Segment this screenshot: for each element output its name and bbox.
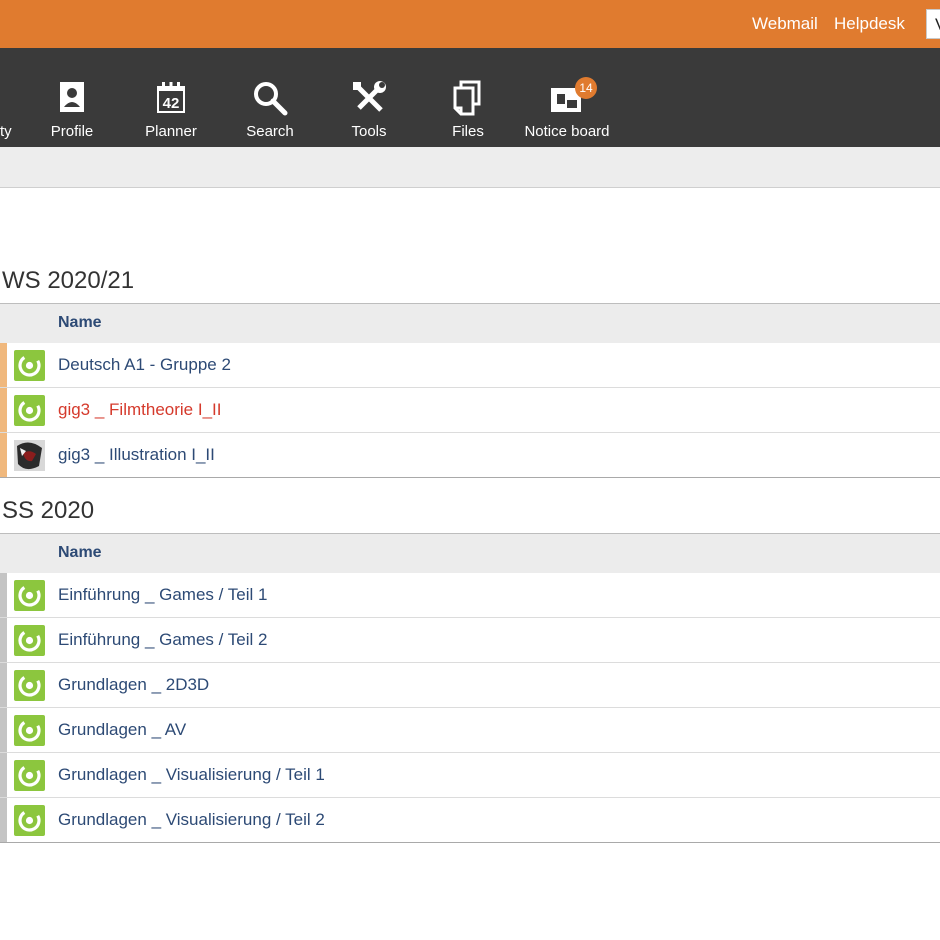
column-header-name[interactable]: Name <box>58 314 102 332</box>
nav-label-profile: Profile <box>50 123 94 140</box>
webmail-link[interactable]: Webmail <box>752 14 818 34</box>
nav-item-profile[interactable]: Profile <box>22 48 122 147</box>
course-name[interactable]: Grundlagen _ Visualisierung / Teil 2 <box>58 810 325 830</box>
table-row[interactable]: gig3 _ Illustration I_II <box>0 433 940 478</box>
course-icon <box>14 760 45 791</box>
row-status-bar <box>0 388 7 432</box>
course-name[interactable]: Grundlagen _ 2D3D <box>58 675 209 695</box>
course-name[interactable]: Grundlagen _ AV <box>58 720 186 740</box>
table-row[interactable]: Einführung _ Games / Teil 1 <box>0 573 940 618</box>
course-icon <box>14 395 45 426</box>
row-status-bar <box>0 433 7 477</box>
table-row[interactable]: Grundlagen _ AV <box>0 708 940 753</box>
planner-day: 42 <box>163 95 180 112</box>
main-navigation: ty Profile 42 Planner Search Tools Files… <box>0 48 940 147</box>
course-name-highlighted[interactable]: gig3 _ Filmtheorie I_II <box>58 400 221 420</box>
files-icon <box>453 80 481 116</box>
nav-label-files: Files <box>452 123 484 140</box>
table-row[interactable]: Grundlagen _ Visualisierung / Teil 2 <box>0 798 940 843</box>
course-name[interactable]: Einführung _ Games / Teil 2 <box>58 630 267 650</box>
tools-icon <box>353 81 386 112</box>
helpdesk-link[interactable]: Helpdesk <box>834 14 905 34</box>
nav-item-truncated-label[interactable]: ty <box>0 123 12 140</box>
search-icon <box>254 82 288 116</box>
notice-board-badge: 14 <box>575 77 597 99</box>
top-bar: Webmail Helpdesk V <box>0 0 940 48</box>
course-name[interactable]: Deutsch A1 - Gruppe 2 <box>58 355 231 375</box>
quick-search-input[interactable]: V <box>926 9 940 39</box>
row-status-bar <box>0 753 7 797</box>
secondary-navigation-bar <box>0 147 940 188</box>
course-thumbnail <box>14 440 45 471</box>
row-status-bar <box>0 708 7 752</box>
table-row[interactable]: Einführung _ Games / Teil 2 <box>0 618 940 663</box>
course-name[interactable]: Grundlagen _ Visualisierung / Teil 1 <box>58 765 325 785</box>
nav-item-files[interactable]: Files <box>418 48 518 147</box>
course-name[interactable]: gig3 _ Illustration I_II <box>58 445 215 465</box>
course-table-ss-2020: Name Einführung _ Games / Teil 1 Einführ… <box>0 533 940 843</box>
course-icon <box>14 625 45 656</box>
course-icon <box>14 350 45 381</box>
profile-icon <box>60 82 84 112</box>
row-status-bar <box>0 798 7 842</box>
table-header: Name <box>0 303 940 343</box>
table-row[interactable]: Deutsch A1 - Gruppe 2 <box>0 343 940 388</box>
course-icon <box>14 805 45 836</box>
table-row[interactable]: gig3 _ Filmtheorie I_II <box>0 388 940 433</box>
section-title-ss-2020: SS 2020 <box>2 497 95 524</box>
course-icon <box>14 580 45 611</box>
planner-icon: 42 <box>157 82 185 113</box>
nav-item-planner[interactable]: 42 Planner <box>121 48 221 147</box>
course-icon <box>14 715 45 746</box>
table-row[interactable]: Grundlagen _ 2D3D <box>0 663 940 708</box>
table-header: Name <box>0 533 940 573</box>
column-header-name[interactable]: Name <box>58 544 102 562</box>
nav-item-search[interactable]: Search <box>220 48 320 147</box>
nav-label-notice-board: Notice board <box>524 123 610 140</box>
course-table-ws-2020-21: Name Deutsch A1 - Gruppe 2 gig3 _ Filmth… <box>0 303 940 478</box>
row-status-bar <box>0 618 7 662</box>
nav-label-tools: Tools <box>351 123 387 140</box>
nav-label-search: Search <box>246 123 294 140</box>
nav-item-tools[interactable]: Tools <box>319 48 419 147</box>
nav-label-planner: Planner <box>145 123 197 140</box>
row-status-bar <box>0 343 7 387</box>
row-status-bar <box>0 663 7 707</box>
row-status-bar <box>0 573 7 617</box>
course-name[interactable]: Einführung _ Games / Teil 1 <box>58 585 267 605</box>
section-title-ws-2020-21: WS 2020/21 <box>2 267 135 294</box>
nav-item-notice-board[interactable]: 14 Notice board <box>517 48 617 147</box>
table-row[interactable]: Grundlagen _ Visualisierung / Teil 1 <box>0 753 940 798</box>
course-icon <box>14 670 45 701</box>
